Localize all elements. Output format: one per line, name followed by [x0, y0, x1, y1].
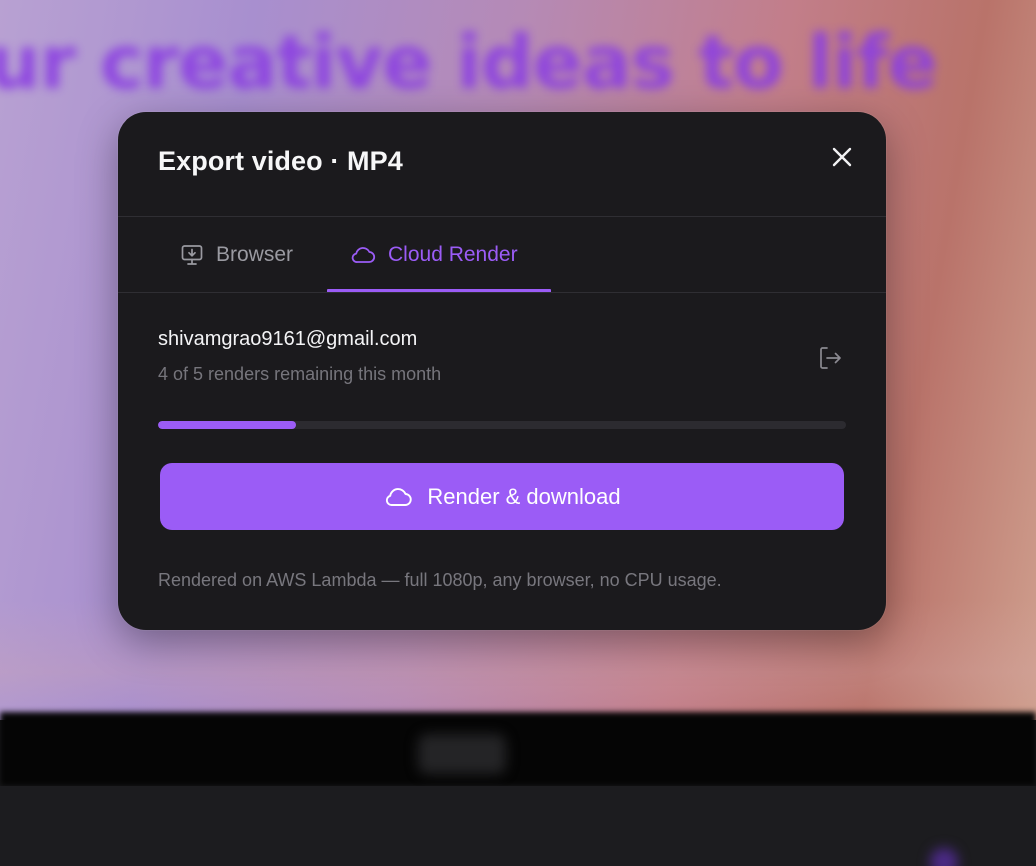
- tab-browser-label: Browser: [216, 243, 294, 266]
- background-headline: ur creative ideas to life: [0, 20, 938, 106]
- render-download-button[interactable]: Render & download: [160, 463, 844, 530]
- renders-usage-progress: [158, 421, 846, 429]
- cloud-icon: [350, 245, 376, 265]
- close-button[interactable]: [822, 137, 862, 177]
- logout-button[interactable]: [816, 342, 844, 374]
- renders-remaining-text: 4 of 5 renders remaining this month: [158, 364, 442, 384]
- logout-icon: [820, 347, 841, 369]
- close-icon: [832, 147, 852, 167]
- account-email: shivamgrao9161@gmail.com: [158, 328, 418, 350]
- tab-cloud-render[interactable]: Cloud Render: [350, 218, 518, 292]
- header-divider: [118, 216, 886, 217]
- render-download-label: Render & download: [427, 483, 621, 509]
- cloud-icon: [383, 486, 413, 508]
- tab-browser[interactable]: Browser: [180, 218, 293, 292]
- render-footnote: Rendered on AWS Lambda — full 1080p, any…: [158, 570, 722, 590]
- background-bottom-pill: [418, 734, 506, 774]
- modal-title: Export video · MP4: [158, 146, 403, 176]
- tabs-divider: [118, 292, 886, 293]
- background-bottom-panel: [0, 786, 1036, 866]
- renders-usage-progress-fill: [158, 421, 296, 429]
- background-bottom-bar: [0, 712, 1036, 786]
- tab-cloud-render-label: Cloud Render: [388, 243, 518, 266]
- monitor-download-icon: [180, 243, 204, 267]
- export-video-modal: Export video · MP4 Browser Cloud Render …: [118, 112, 886, 630]
